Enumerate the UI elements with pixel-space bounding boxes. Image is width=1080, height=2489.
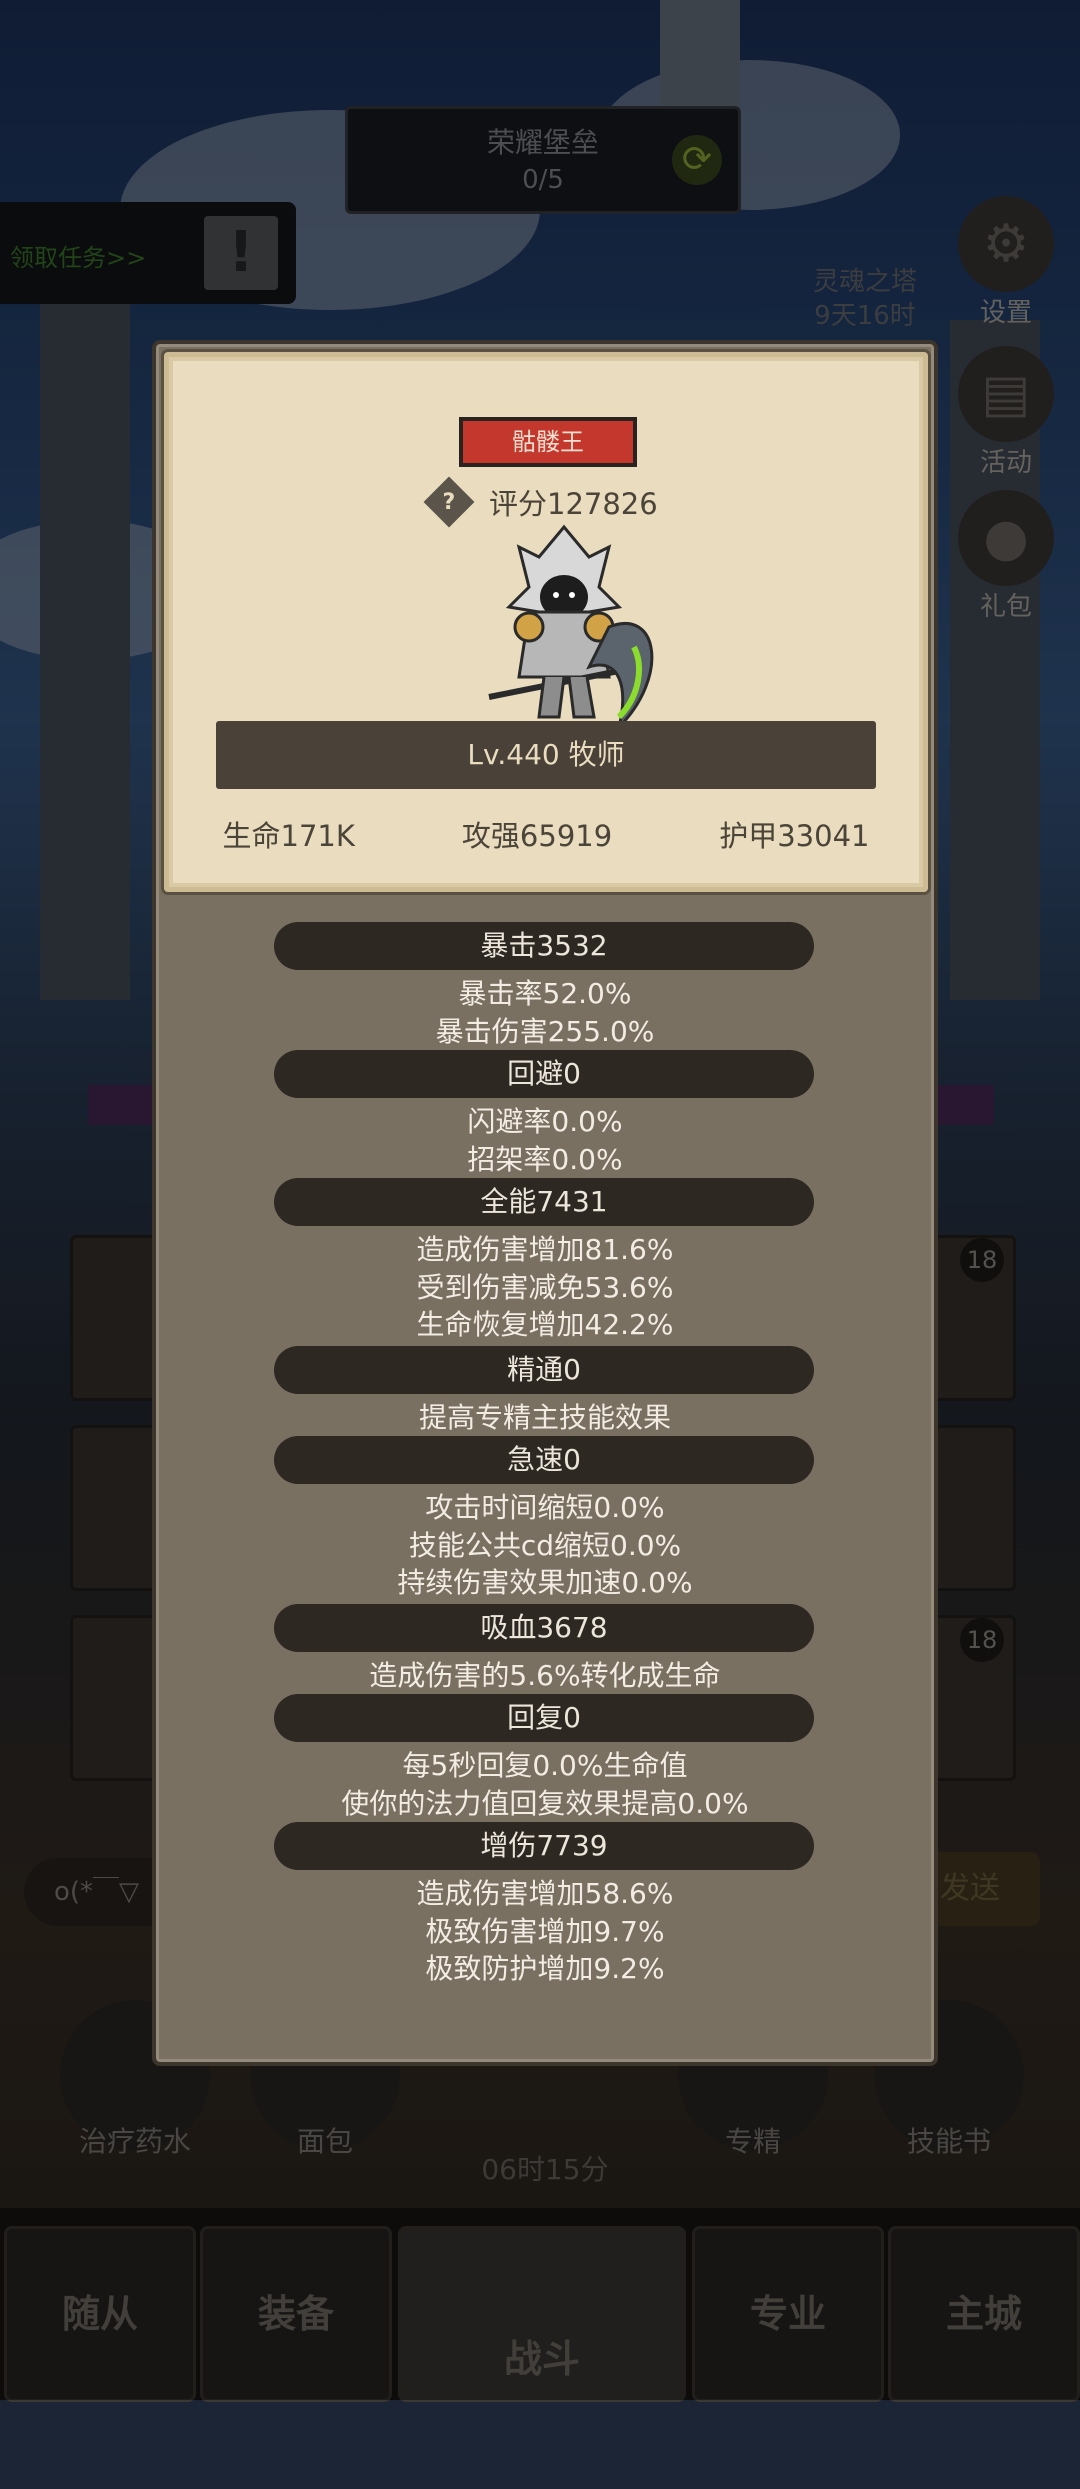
hero-level-bar: Lv.440 牧师 (216, 721, 876, 789)
hp-stat: 生命171K (222, 819, 355, 853)
section-line: 招架率0.0% (467, 1142, 623, 1176)
hero-detail-modal: 骷髅王 ? 评分127826 Lv.440 牧师 生命171K 攻强65919 … (152, 340, 938, 2066)
section-line: 闪避率0.0% (467, 1105, 623, 1138)
section-header: 回避0 (274, 1050, 814, 1098)
armor-stat: 护甲33041 (719, 819, 870, 853)
hero-card: 骷髅王 ? 评分127826 Lv.440 牧师 生命171K 攻强65919 … (164, 352, 928, 892)
section-line: 生命恢复增加42.2% (416, 1308, 674, 1341)
section-line: 暴击伤害255.0% (435, 1014, 655, 1048)
section-header: 吸血3678 (274, 1604, 814, 1652)
section-line: 攻击时间缩短0.0% (425, 1491, 665, 1524)
section-line: 暴击率52.0% (458, 977, 632, 1010)
section-line: 每5秒回复0.0%生命值 (402, 1749, 688, 1782)
section-header: 急速0 (274, 1436, 814, 1484)
section-line: 技能公共cd缩短0.0% (408, 1528, 682, 1562)
hero-name-badge: 骷髅王 (459, 417, 637, 467)
section-line: 极致防护增加9.2% (425, 1952, 665, 1985)
section-header: 精通0 (274, 1346, 814, 1394)
section-header: 全能7431 (274, 1178, 814, 1226)
section-header: 增伤7739 (274, 1822, 814, 1870)
section-header: 暴击3532 (274, 922, 814, 970)
section-header: 回复0 (274, 1694, 814, 1742)
section-line: 使你的法力值回复效果提高0.0% (341, 1786, 749, 1820)
section-line: 造成伤害的5.6%转化成生命 (369, 1659, 721, 1692)
section-line: 造成伤害增加58.6% (416, 1877, 674, 1910)
section-line: 极致伤害增加9.7% (425, 1914, 665, 1948)
section-line: 持续伤害效果加速0.0% (397, 1566, 693, 1599)
section-line: 提高专精主技能效果 (418, 1401, 671, 1434)
attack-stat: 攻强65919 (461, 819, 613, 853)
hero-base-stats: 生命171K 攻强65919 护甲33041 (169, 813, 923, 855)
section-line: 受到伤害减免53.6% (416, 1270, 674, 1304)
hero-portrait (488, 524, 654, 732)
help-icon[interactable]: ? (423, 476, 475, 528)
section-line: 造成伤害增加81.6% (416, 1233, 674, 1266)
